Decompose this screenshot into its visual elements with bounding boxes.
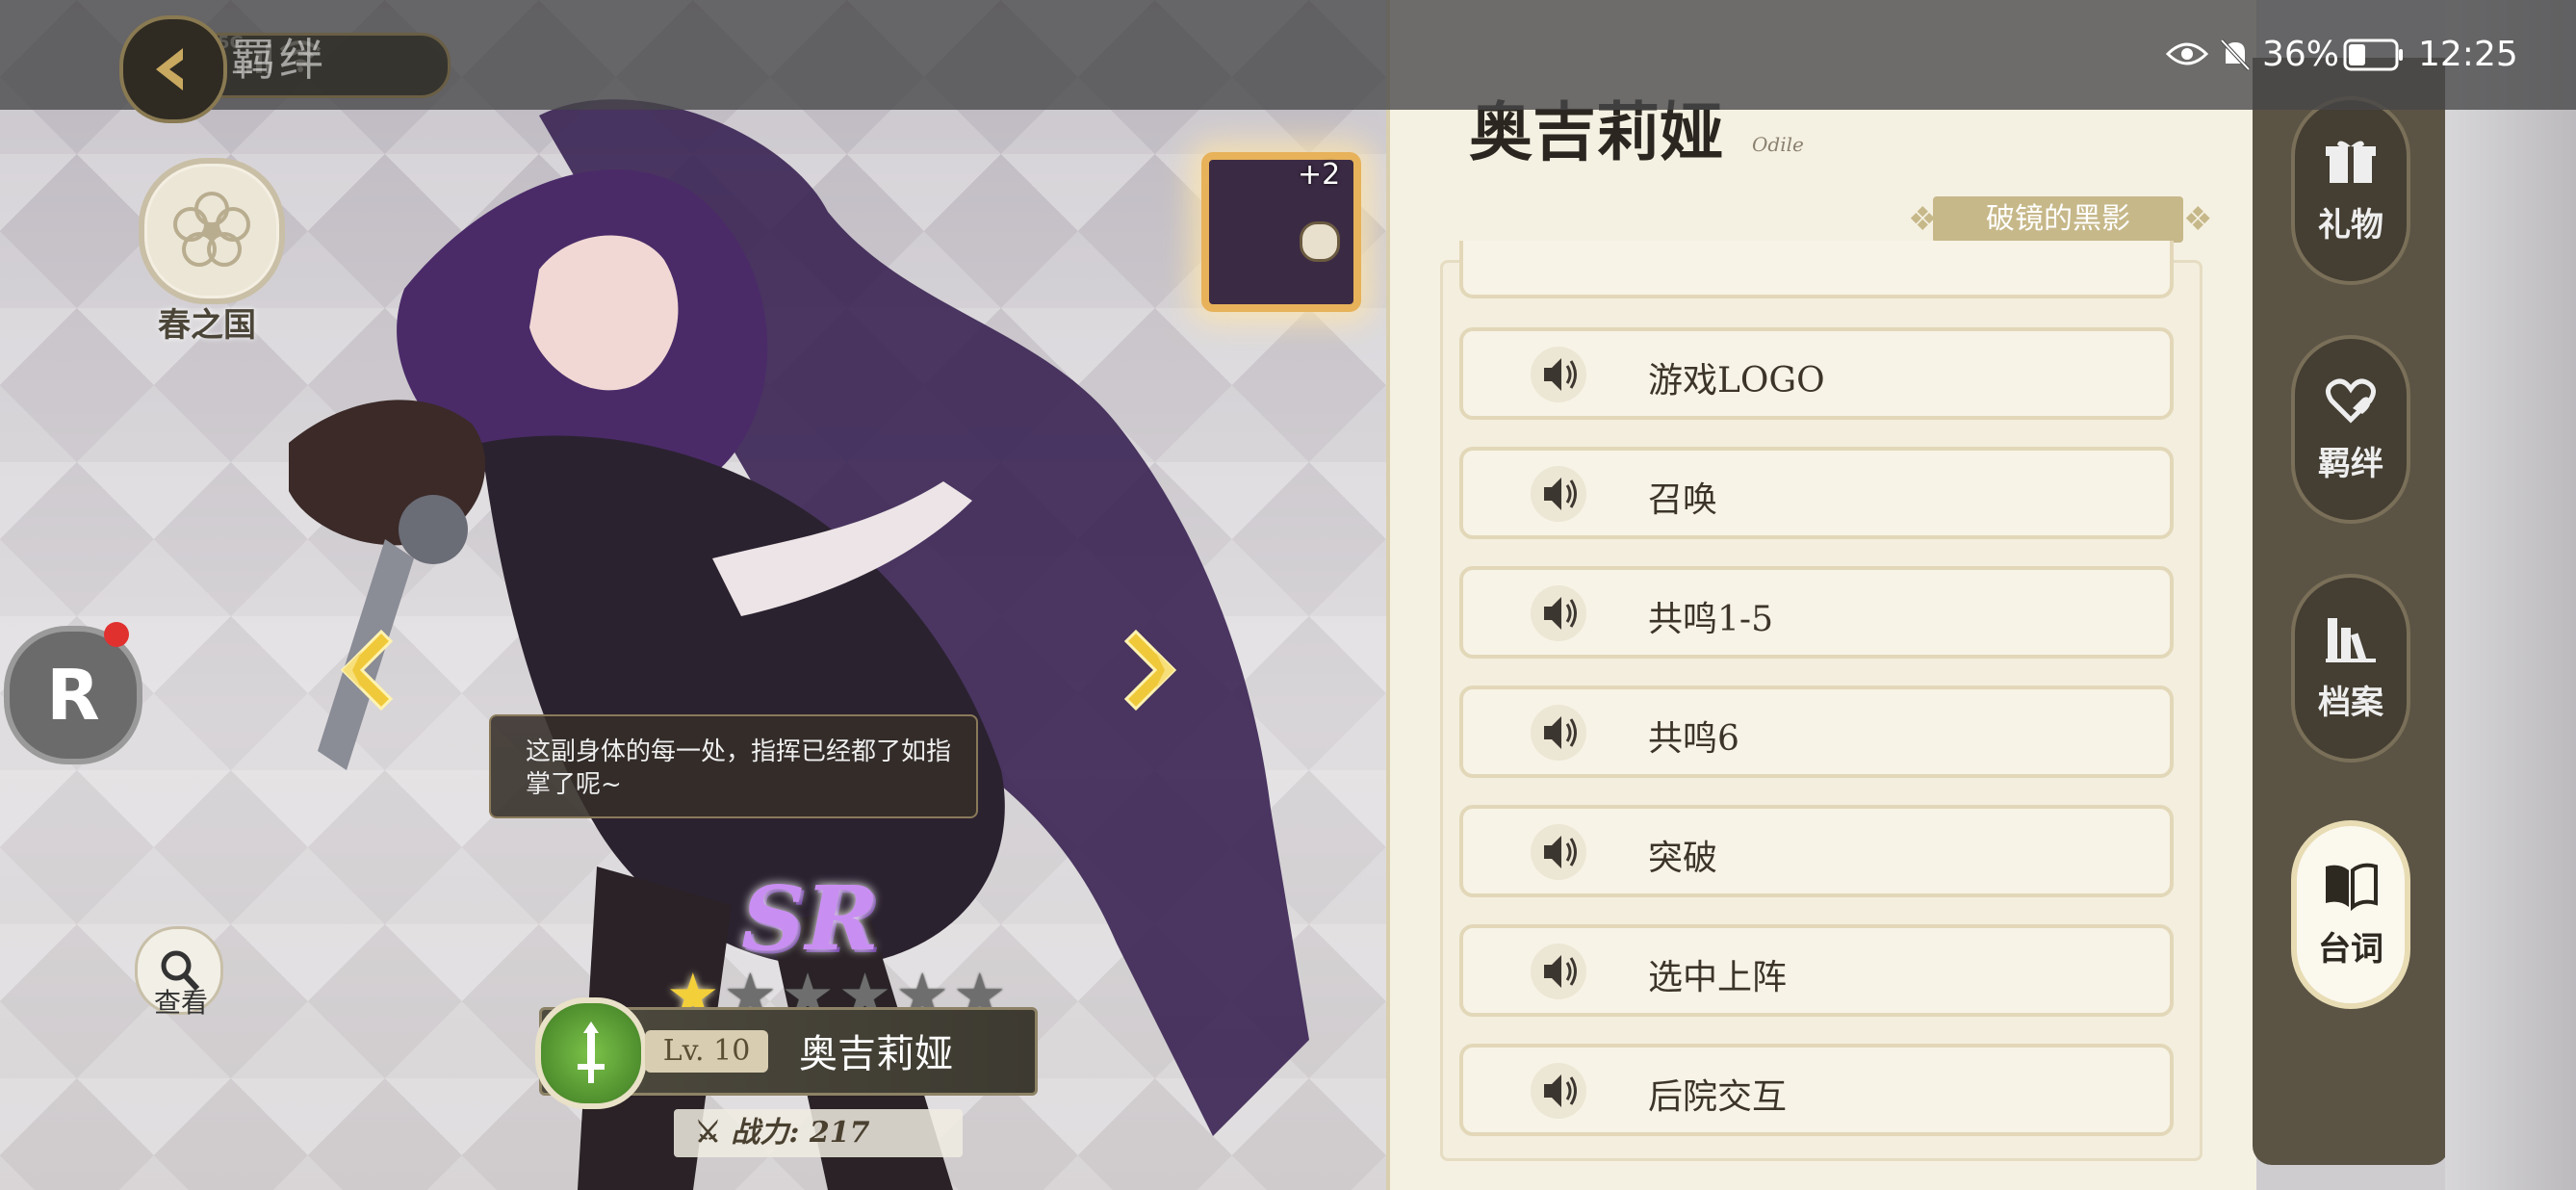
eye-icon xyxy=(2166,42,2208,65)
tag-ornament-right: ❖ xyxy=(2183,200,2213,239)
floating-r-button[interactable]: R xyxy=(4,626,142,764)
view-label: 查看 xyxy=(153,987,208,1019)
dialogue-bubble: 这副身体的每一处，指挥已经都了如指掌了呢~ xyxy=(489,714,978,818)
skin-name-tag: 破镜的黑影 xyxy=(1933,196,2183,243)
voice-line-label: 选中上阵 xyxy=(1648,958,1788,997)
back-button[interactable] xyxy=(119,15,227,123)
voice-line-row[interactable]: 选中上阵 xyxy=(1459,924,2174,1017)
power-value: 战力: 217 xyxy=(731,1116,870,1150)
battery-icon xyxy=(2343,39,2403,71)
portrait-plus-count: +2 xyxy=(1298,158,1341,192)
voice-line-label: 共鸣6 xyxy=(1648,719,1739,759)
region-emblem[interactable] xyxy=(139,158,285,304)
nav-button[interactable]: 档案 xyxy=(2291,574,2410,763)
class-sword-icon xyxy=(535,997,647,1109)
speaker-icon[interactable] xyxy=(1531,1063,1586,1119)
nav-label: 礼物 xyxy=(2318,205,2383,245)
mute-bell-icon xyxy=(2220,39,2251,71)
speaker-icon[interactable] xyxy=(1531,705,1586,761)
speaker-icon[interactable] xyxy=(1531,824,1586,880)
voice-line-row[interactable]: 后院交互 xyxy=(1459,1044,2174,1136)
lock-icon xyxy=(1300,221,1340,262)
speaker-icon[interactable] xyxy=(1531,466,1586,522)
r-logo-icon: R xyxy=(46,655,100,736)
nav-button[interactable]: 羁绊 xyxy=(2291,335,2410,524)
level-badge: Lv. 10 xyxy=(645,1030,768,1073)
voice-line-row[interactable]: 共鸣1-5 xyxy=(1459,566,2174,659)
voice-line-label: 召唤 xyxy=(1648,480,1718,520)
speaker-icon[interactable] xyxy=(1531,585,1586,641)
dialogue-text: 这副身体的每一处，指挥已经都了如指掌了呢~ xyxy=(526,737,952,799)
rarity-badge: SR xyxy=(741,867,879,970)
decorative-edge xyxy=(2445,0,2576,1190)
book-open-icon xyxy=(2322,861,2380,915)
voice-line-label: 共鸣1-5 xyxy=(1648,600,1773,639)
voice-line-label: 游戏LOGO xyxy=(1648,361,1825,401)
books-icon xyxy=(2324,614,2378,668)
previous-character-arrow-icon[interactable] xyxy=(323,622,420,718)
region-label: 春之国 xyxy=(158,306,256,345)
clock: 12:25 xyxy=(2418,35,2518,74)
voice-line-row[interactable]: 召唤 xyxy=(1459,447,2174,539)
panel-subtitle: Odile xyxy=(1752,133,1804,156)
nav-label: 羁绊 xyxy=(2318,444,2383,483)
nav-button[interactable]: 台词 xyxy=(2291,820,2410,1009)
power-display: ⚔ 战力: 217 xyxy=(674,1109,963,1157)
heart-link-icon xyxy=(2324,375,2378,429)
voice-line-label: 突破 xyxy=(1648,839,1718,878)
crossed-swords-icon: ⚔ xyxy=(695,1116,732,1150)
voice-line-row[interactable]: 游戏LOGO xyxy=(1459,327,2174,420)
speaker-icon[interactable] xyxy=(1531,347,1586,402)
notification-dot xyxy=(104,622,129,647)
voice-line-row-partial[interactable] xyxy=(1459,241,2174,298)
voice-line-label: 后院交互 xyxy=(1648,1077,1788,1117)
speaker-icon[interactable] xyxy=(1531,944,1586,999)
next-character-arrow-icon[interactable] xyxy=(1097,622,1194,718)
gift-icon xyxy=(2324,137,2378,191)
nav-button[interactable]: 礼物 xyxy=(2291,96,2410,285)
voice-line-row[interactable]: 共鸣6 xyxy=(1459,686,2174,778)
back-arrow-icon xyxy=(156,48,183,91)
nav-label: 档案 xyxy=(2318,683,2383,722)
nav-label: 台词 xyxy=(2318,929,2383,969)
flower-icon xyxy=(173,192,250,267)
page-title: 羁绊 xyxy=(231,34,327,86)
character-name: 奥吉莉娅 xyxy=(799,1032,953,1076)
voice-line-row[interactable]: 突破 xyxy=(1459,805,2174,897)
battery-percent: 36% xyxy=(2262,35,2340,74)
